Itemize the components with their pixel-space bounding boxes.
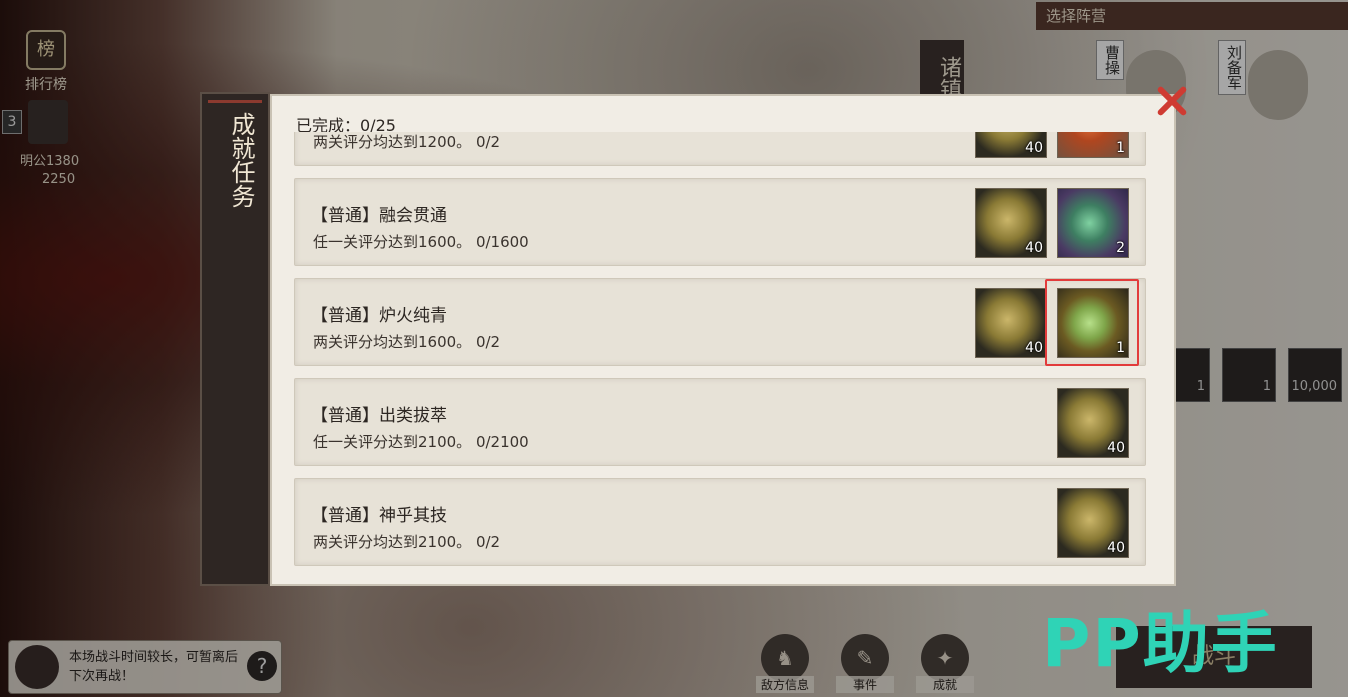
achievement-title: 【普通】融会贯通 (311, 206, 447, 226)
achievement-desc: 两关评分均达到1200。 0/2 (313, 133, 501, 151)
achievement-desc: 任一关评分达到2100。 0/2100 (313, 433, 529, 451)
achievement-row: 【普通】神乎其技 两关评分均达到2100。 0/2 40 (294, 478, 1146, 566)
tab-accent (208, 100, 262, 103)
achievement-desc: 两关评分均达到1600。 0/2 (313, 333, 501, 351)
achievement-tab[interactable]: 成就任务 (200, 92, 270, 586)
reward-count: 1 (1116, 140, 1125, 156)
reward-count: 40 (1107, 440, 1125, 456)
reward-count: 40 (1025, 140, 1043, 156)
reward-item[interactable]: 1 (1057, 132, 1129, 158)
close-icon[interactable] (1150, 80, 1192, 122)
watermark: PP助手 (1042, 605, 1279, 682)
achievement-list[interactable]: 两关评分均达到1200。 0/2 40 1 【普通】融会贯通 任一关评分达到16… (294, 132, 1146, 570)
achievement-title: 【普通】神乎其技 (311, 506, 447, 526)
achievement-row: 【普通】炉火纯青 两关评分均达到1600。 0/2 40 1 (294, 278, 1146, 366)
achievement-desc: 任一关评分达到1600。 0/1600 (313, 233, 529, 251)
achievement-desc: 两关评分均达到2100。 0/2 (313, 533, 501, 551)
reward-highlight-box (1045, 279, 1139, 366)
reward-count: 40 (1025, 240, 1043, 256)
reward-count: 2 (1116, 240, 1125, 256)
reward-count: 40 (1025, 340, 1043, 356)
achievement-row: 【普通】出类拔萃 任一关评分达到2100。 0/2100 40 (294, 378, 1146, 466)
reward-coin[interactable]: 40 (1057, 488, 1129, 558)
achievement-title: 【普通】炉火纯青 (311, 306, 447, 326)
achievement-title: 【普通】出类拔萃 (311, 406, 447, 426)
reward-coin[interactable]: 40 (975, 288, 1047, 358)
achievement-row: 两关评分均达到1200。 0/2 40 1 (294, 132, 1146, 166)
reward-jade[interactable]: 2 (1057, 188, 1129, 258)
reward-count: 40 (1107, 540, 1125, 556)
achievement-row: 【普通】融会贯通 任一关评分达到1600。 0/1600 40 2 (294, 178, 1146, 266)
reward-coin[interactable]: 40 (975, 188, 1047, 258)
tab-title: 成就任务 (227, 112, 255, 208)
reward-coin[interactable]: 40 (975, 132, 1047, 158)
reward-coin[interactable]: 40 (1057, 388, 1129, 458)
